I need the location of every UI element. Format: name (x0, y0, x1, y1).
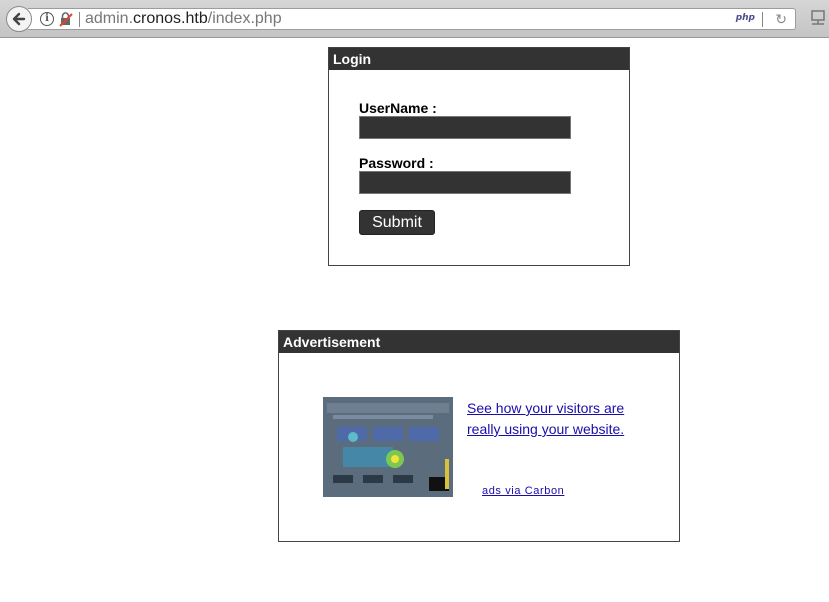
url-prefix: admin. (85, 10, 134, 27)
back-arrow-icon (12, 12, 26, 26)
submit-button[interactable]: Submit (359, 210, 435, 235)
advertisement-panel: Advertisement See how your visitors are … (278, 330, 680, 542)
ad-headline-link[interactable]: See how your visitors are really using y… (467, 398, 647, 440)
network-icon[interactable] (809, 10, 827, 26)
php-icon[interactable]: php (736, 13, 755, 23)
url-host: cronos.htb (133, 10, 208, 27)
advertisement-title: Advertisement (279, 331, 679, 353)
ads-via-carbon-link[interactable]: ads via Carbon (482, 485, 564, 497)
login-title: Login (329, 48, 629, 70)
address-bar[interactable]: i admin.cronos.htb/index.php php ↻ (28, 8, 796, 30)
login-panel: Login UserName : Password : Submit (328, 47, 630, 266)
site-info-icon[interactable]: i (40, 12, 54, 26)
url-separator (79, 12, 80, 27)
ad-heatmap-image[interactable] (323, 397, 453, 497)
reload-icon[interactable]: ↻ (775, 11, 787, 28)
browser-toolbar: i admin.cronos.htb/index.php php ↻ (0, 0, 829, 38)
insecure-lock-icon[interactable] (58, 11, 74, 27)
username-input[interactable] (359, 116, 571, 139)
url-separator-right (762, 12, 763, 27)
url-path: /index.php (207, 10, 282, 27)
password-label: Password : (359, 155, 434, 171)
back-button[interactable] (6, 6, 32, 32)
password-input[interactable] (359, 171, 571, 194)
username-label: UserName : (359, 100, 437, 116)
url-text[interactable]: admin.cronos.htb/index.php (85, 10, 282, 28)
